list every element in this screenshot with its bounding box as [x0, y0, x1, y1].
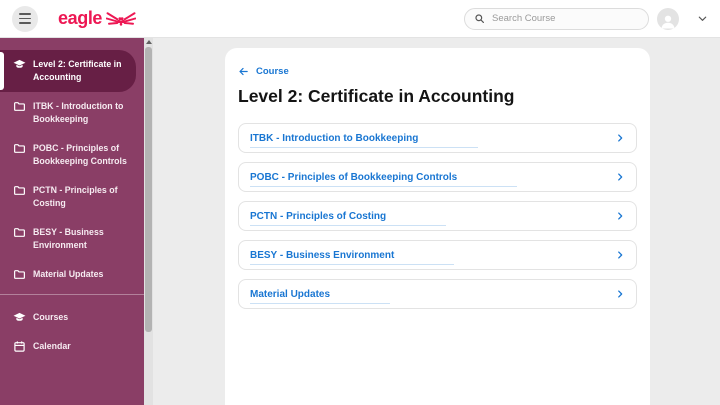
eagle-wings-icon	[106, 10, 137, 27]
graduation-cap-icon	[13, 311, 26, 324]
scroll-up-arrow-icon[interactable]	[145, 40, 152, 44]
course-link-pobc[interactable]: POBC - Principles of Bookkeeping Control…	[238, 162, 637, 192]
sidebar-item-pobc[interactable]: POBC - Principles of Bookkeeping Control…	[0, 134, 144, 176]
chevron-right-icon	[615, 288, 625, 300]
sidebar-item-label: Material Updates	[33, 269, 104, 279]
sidebar-item-label: Level 2: Certificate in Accounting	[33, 59, 122, 82]
course-link-list: ITBK - Introduction to Bookkeeping POBC …	[238, 123, 637, 309]
folder-icon	[13, 100, 26, 113]
sidebar-item-calendar[interactable]: Calendar	[0, 332, 144, 361]
calendar-icon	[13, 340, 26, 353]
sidebar-item-label: PCTN - Principles of Costing	[33, 185, 118, 208]
hamburger-icon	[19, 21, 31, 24]
sidebar-item-label: BESY - Business Environment	[33, 227, 104, 250]
hamburger-icon	[19, 17, 31, 20]
course-link-pctn[interactable]: PCTN - Principles of Costing	[238, 201, 637, 231]
page-scrollbar[interactable]	[144, 38, 153, 405]
sidebar-item-label: ITBK - Introduction to Bookkeeping	[33, 101, 124, 124]
hamburger-icon	[19, 13, 31, 16]
back-arrow-icon	[238, 66, 249, 77]
chevron-down-icon	[697, 13, 708, 24]
active-indicator-bar	[0, 52, 4, 90]
sidebar-item-material-updates[interactable]: Material Updates	[0, 260, 144, 289]
sidebar-item-pctn[interactable]: PCTN - Principles of Costing	[0, 176, 144, 218]
sidebar-divider	[0, 294, 144, 295]
chevron-right-icon	[615, 132, 625, 144]
logo-text: eagle	[58, 8, 103, 28]
chevron-right-icon	[615, 249, 625, 261]
folder-icon	[13, 184, 26, 197]
page-title: Level 2: Certificate in Accounting	[238, 86, 515, 106]
user-avatar[interactable]	[657, 7, 679, 30]
course-link-label: BESY - Business Environment	[250, 249, 455, 265]
sidebar-item-level2-certificate[interactable]: Level 2: Certificate in Accounting	[0, 50, 136, 92]
back-to-course-link[interactable]: Course	[238, 66, 289, 77]
course-link-label: Material Updates	[250, 288, 391, 304]
sidebar-item-label: POBC - Principles of Bookkeeping Control…	[33, 143, 127, 166]
graduation-cap-icon	[13, 58, 26, 71]
sidebar-item-courses[interactable]: Courses	[0, 303, 144, 332]
chevron-right-icon	[615, 171, 625, 183]
chevron-right-icon	[615, 210, 625, 222]
sidebar-item-itbk[interactable]: ITBK - Introduction to Bookkeeping	[0, 92, 144, 134]
sidebar-item-label: Calendar	[33, 341, 71, 351]
course-link-label: PCTN - Principles of Costing	[250, 210, 447, 226]
course-search-box[interactable]	[464, 7, 649, 30]
search-input[interactable]	[492, 13, 639, 24]
course-link-itbk[interactable]: ITBK - Introduction to Bookkeeping	[238, 123, 637, 153]
folder-icon	[13, 226, 26, 239]
sidebar-item-label: Courses	[33, 312, 69, 322]
app-logo[interactable]: eagle	[58, 8, 137, 29]
search-icon	[474, 13, 485, 24]
top-header: eagle	[0, 0, 720, 38]
course-link-label: POBC - Principles of Bookkeeping Control…	[250, 171, 518, 187]
main-content-area: Course Level 2: Certificate in Accountin…	[153, 38, 720, 405]
course-link-material-updates[interactable]: Material Updates	[238, 279, 637, 309]
folder-icon	[13, 142, 26, 155]
scrollbar-thumb[interactable]	[145, 47, 152, 332]
course-link-besy[interactable]: BESY - Business Environment	[238, 240, 637, 270]
course-link-label: ITBK - Introduction to Bookkeeping	[250, 132, 479, 148]
profile-menu-toggle[interactable]	[697, 13, 708, 24]
back-link-label: Course	[256, 66, 289, 77]
course-card: Course Level 2: Certificate in Accountin…	[225, 48, 650, 405]
sidebar-item-besy[interactable]: BESY - Business Environment	[0, 218, 144, 260]
folder-icon	[13, 268, 26, 281]
avatar-icon	[659, 12, 677, 30]
hamburger-menu-button[interactable]	[12, 5, 38, 32]
course-sidebar: Level 2: Certificate in Accounting ITBK …	[0, 38, 144, 405]
